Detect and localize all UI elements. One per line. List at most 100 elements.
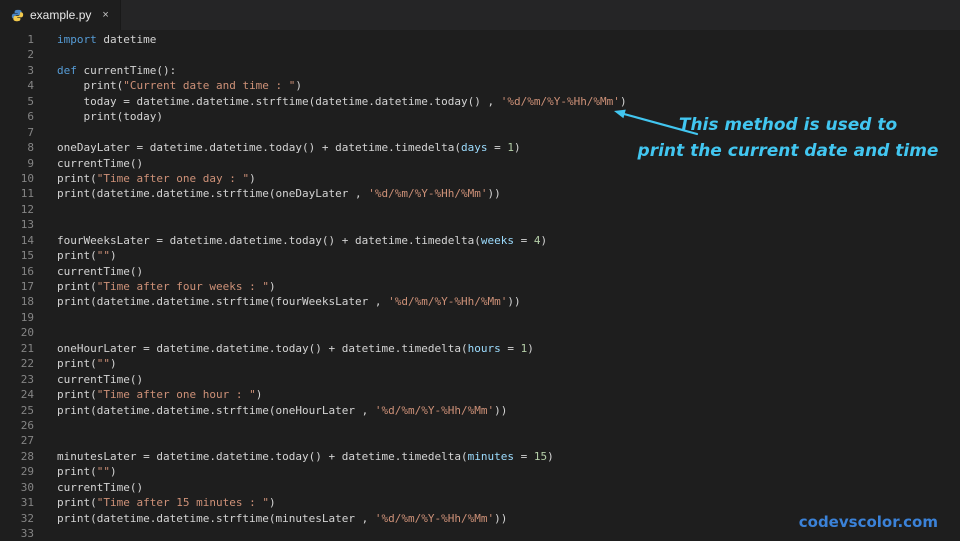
code-editor-window: example.py × 1 import datetime 2 3 def curre…: [0, 0, 960, 540]
line-number: 13: [20, 218, 34, 232]
code-line[interactable]: 15 print(""): [0, 248, 960, 263]
line-number: 11: [20, 187, 34, 201]
code-line[interactable]: 28 minutesLater = datetime.datetime.today…: [0, 449, 960, 464]
code-line[interactable]: 1 import datetime: [0, 32, 960, 47]
line-number: 6: [27, 110, 34, 124]
line-number: 18: [20, 295, 34, 309]
tab-close-icon[interactable]: ×: [102, 9, 108, 21]
code-text: currentTime(): [57, 480, 144, 494]
line-number: 15: [20, 249, 34, 263]
code-text: currentTime(): [57, 156, 144, 170]
code-text: print(datetime.datetime.strftime(oneDayL…: [57, 187, 501, 201]
line-number: 31: [20, 496, 34, 510]
line-number: 3: [27, 63, 34, 77]
code-line[interactable]: 12: [0, 202, 960, 217]
code-editor[interactable]: 1 import datetime 2 3 def currentTime(): 4 pr…: [0, 30, 960, 541]
code-line[interactable]: 19: [0, 310, 960, 325]
code-line[interactable]: 24 print("Time after one hour : "): [0, 387, 960, 402]
code-text: oneDayLater = datetime.datetime.today() …: [57, 141, 521, 155]
line-number: 9: [27, 156, 34, 170]
code-line[interactable]: 2: [0, 47, 960, 62]
code-text: minutesLater = datetime.datetime.today()…: [57, 449, 554, 463]
code-text: print(""): [57, 249, 117, 263]
code-line[interactable]: 25 print(datetime.datetime.strftime(oneHo…: [0, 403, 960, 418]
line-number: 7: [27, 125, 34, 139]
line-number: 29: [20, 465, 34, 479]
code-text: print(datetime.datetime.strftime(fourWee…: [57, 295, 521, 309]
code-line[interactable]: 22 print(""): [0, 356, 960, 371]
code-lines: 1 import datetime 2 3 def currentTime(): 4 pr…: [0, 32, 960, 541]
line-number: 30: [20, 480, 34, 494]
code-line[interactable]: 17 print("Time after four weeks : "): [0, 279, 960, 294]
tab-label: example.py: [30, 8, 92, 22]
code-line[interactable]: 10 print("Time after one day : "): [0, 171, 960, 186]
line-number: 26: [20, 418, 34, 432]
line-number: 17: [20, 280, 34, 293]
code-line[interactable]: 23 currentTime(): [0, 372, 960, 387]
line-number: 22: [20, 357, 34, 371]
code-text: fourWeeksLater = datetime.datetime.today…: [57, 233, 548, 247]
tab-example-py[interactable]: example.py ×: [0, 0, 121, 30]
code-line[interactable]: 21 oneHourLater = datetime.datetime.today…: [0, 341, 960, 356]
code-text: oneHourLater = datetime.datetime.today()…: [57, 341, 534, 355]
code-line[interactable]: 31 print("Time after 15 minutes : "): [0, 495, 960, 510]
line-number: 16: [20, 264, 34, 278]
line-number: 19: [20, 310, 34, 324]
line-number: 12: [20, 202, 34, 216]
code-line[interactable]: 16 currentTime(): [0, 264, 960, 279]
line-number: 21: [20, 341, 34, 355]
tab-bar: example.py ×: [0, 0, 960, 30]
code-line[interactable]: 5 today = datetime.datetime.strftime(dat…: [0, 94, 960, 109]
code-text: import datetime: [57, 33, 157, 46]
line-number: 14: [20, 233, 34, 247]
line-number: 10: [20, 171, 34, 185]
line-number: 28: [20, 449, 34, 463]
code-line[interactable]: 11 print(datetime.datetime.strftime(oneDa…: [0, 186, 960, 201]
code-line[interactable]: 20: [0, 325, 960, 340]
code-text: print("Time after one hour : "): [57, 388, 263, 402]
code-line[interactable]: 14 fourWeeksLater = datetime.datetime.tod…: [0, 233, 960, 248]
code-line[interactable]: 30 currentTime(): [0, 480, 960, 495]
code-text: print(datetime.datetime.strftime(minutes…: [57, 511, 508, 525]
annotation-text-line2: print the current date and time: [637, 141, 939, 161]
watermark: codevscolor.com: [798, 513, 938, 531]
code-text: print("Time after four weeks : "): [57, 280, 276, 293]
line-number: 23: [20, 372, 34, 386]
annotation-text-line1: This method is used to: [678, 115, 898, 135]
code-line[interactable]: 18 print(datetime.datetime.strftime(fourW…: [0, 294, 960, 309]
code-text: print(today): [57, 110, 163, 124]
line-number: 8: [27, 141, 34, 155]
code-line[interactable]: 27: [0, 433, 960, 448]
code-text: print(""): [57, 465, 117, 479]
line-number: 4: [27, 79, 34, 93]
line-number: 2: [27, 48, 34, 62]
line-number: 20: [20, 326, 34, 340]
code-line[interactable]: 29 print(""): [0, 464, 960, 479]
code-text: print("Time after one day : "): [57, 171, 256, 185]
code-text: currentTime(): [57, 264, 144, 278]
line-number: 27: [20, 434, 34, 448]
code-text: print(""): [57, 357, 117, 371]
line-number: 25: [20, 403, 34, 417]
code-line[interactable]: 3 def currentTime():: [0, 63, 960, 78]
python-file-icon: [11, 9, 24, 22]
code-text: currentTime(): [57, 372, 144, 386]
line-number: 1: [27, 33, 34, 46]
code-line[interactable]: 26: [0, 418, 960, 433]
code-text: print("Current date and time : "): [57, 79, 303, 93]
code-text: print(datetime.datetime.strftime(oneHour…: [57, 403, 508, 417]
code-line[interactable]: 13: [0, 217, 960, 232]
line-number: 5: [27, 94, 34, 108]
code-line[interactable]: 4 print("Current date and time : "): [0, 78, 960, 93]
code-text: today = datetime.datetime.strftime(datet…: [57, 94, 627, 108]
code-text: print("Time after 15 minutes : "): [57, 496, 276, 510]
annotation: This method is used to print the current…: [632, 112, 944, 164]
